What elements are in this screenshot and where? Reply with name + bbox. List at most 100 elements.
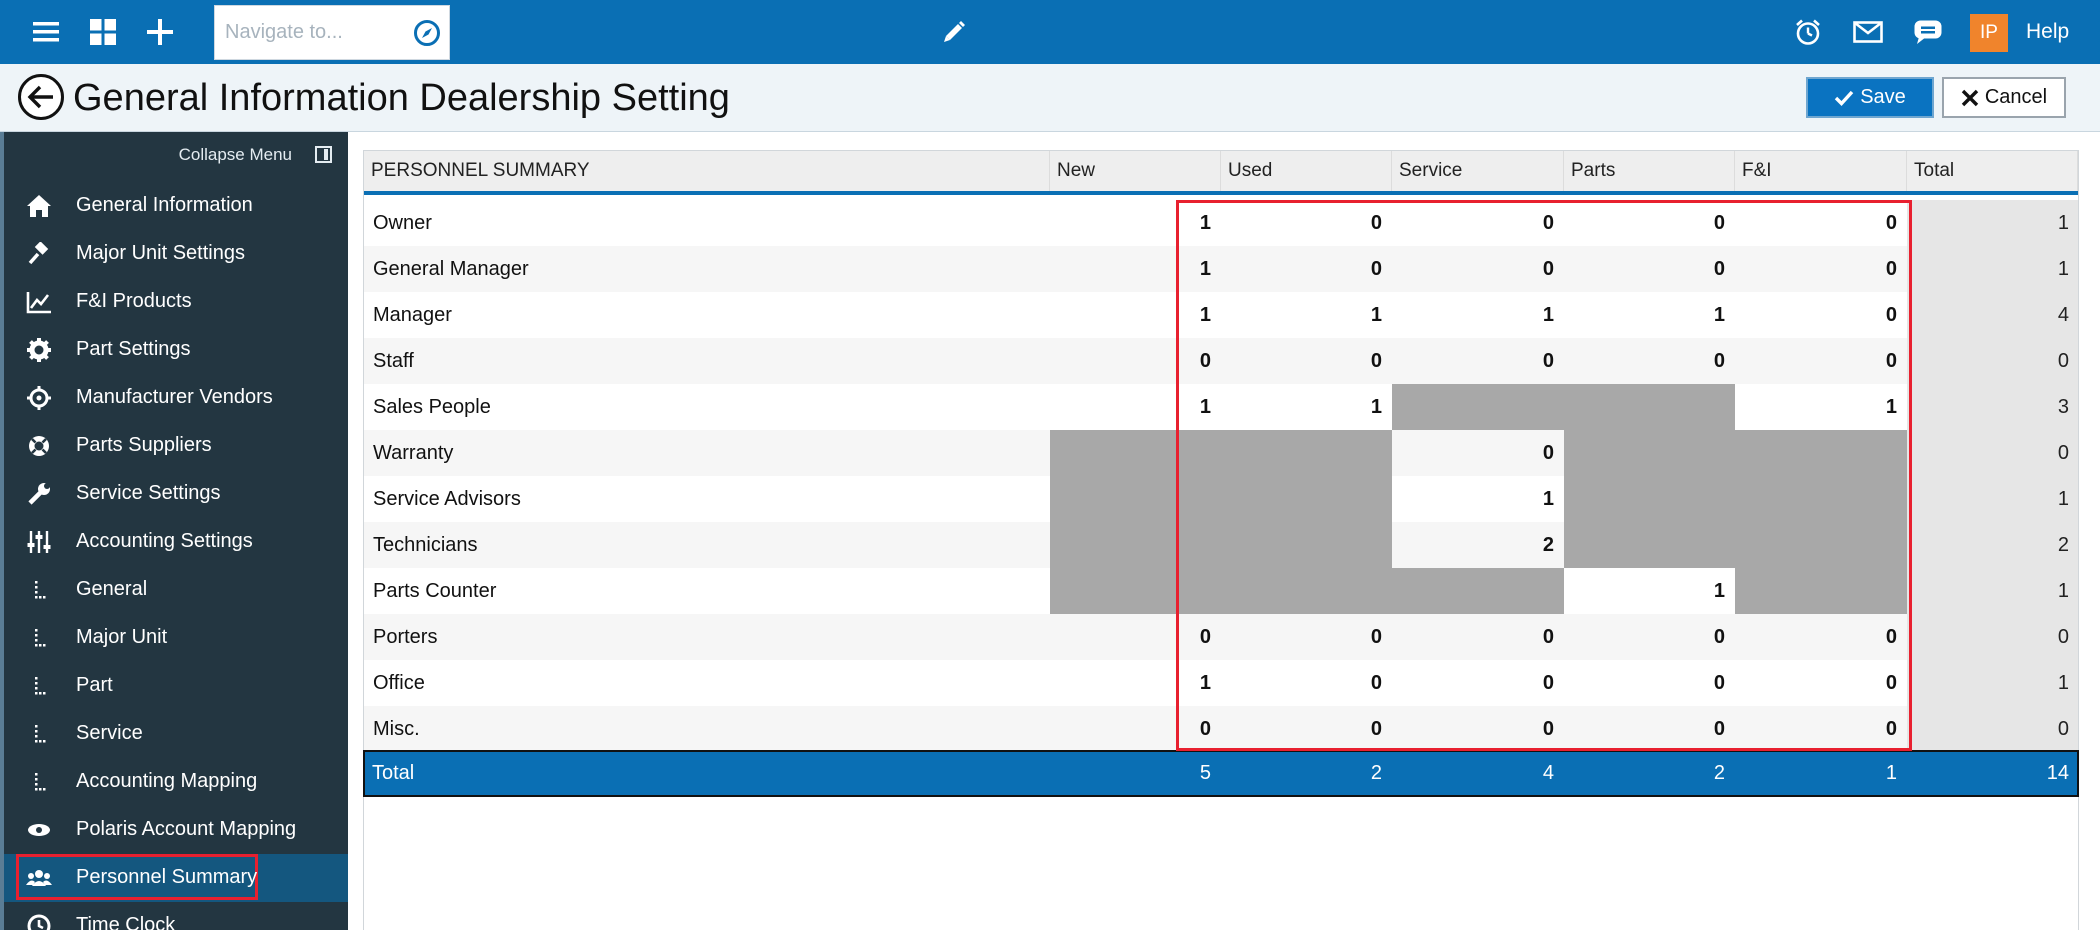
count-cell[interactable]: 1 [1564,292,1735,338]
count-cell[interactable]: 0 [1392,338,1564,384]
count-cell[interactable]: 1 [1050,246,1221,292]
count-cell[interactable]: 1 [1392,292,1564,338]
collapse-panel-icon[interactable] [315,146,332,163]
count-cell[interactable]: 0 [1735,246,1907,292]
count-cell[interactable]: 0 [1564,706,1735,752]
count-cell[interactable]: 1 [1735,384,1907,430]
count-cell[interactable]: 0 [1735,660,1907,706]
count-cell[interactable]: 1 [1564,568,1735,614]
gavel-icon [26,242,52,266]
sidebar-item-service-settings[interactable]: Service Settings [4,470,348,518]
users-icon [26,866,52,890]
navigate-input[interactable] [225,6,395,59]
count-cell[interactable]: 0 [1221,200,1392,246]
row-name: Porters [373,626,438,648]
sidebar-item-part-settings[interactable]: Part Settings [4,326,348,374]
user-avatar[interactable]: IP [1970,14,2008,52]
sidebar-item-major-unit-settings[interactable]: Major Unit Settings [4,230,348,278]
count-cell[interactable]: 1 [1050,384,1221,430]
sidebar-item-major-unit[interactable]: Major Unit [4,614,348,662]
count-cell[interactable]: 0 [1735,338,1907,384]
col-new-header[interactable]: New [1050,151,1221,191]
sidebar-item-parts-suppliers[interactable]: Parts Suppliers [4,422,348,470]
count-cell[interactable]: 0 [1392,200,1564,246]
sidebar-item-personnel-summary[interactable]: Personnel Summary [4,854,348,902]
col-total-header[interactable]: Total [1907,151,2078,191]
count-cell[interactable]: 1 [1050,200,1221,246]
sidebar-item-general-information[interactable]: General Information [4,182,348,230]
sidebar-item-part[interactable]: Part [4,662,348,710]
count-cell[interactable]: 0 [1735,706,1907,752]
table-row: Owner 1 0 0 0 0 1 [364,200,2078,246]
count-cell[interactable]: 0 [1392,660,1564,706]
count-cell[interactable]: 0 [1735,614,1907,660]
row-total-cell: 4 [1907,292,2078,338]
count-cell[interactable]: 0 [1564,614,1735,660]
count-cell[interactable]: 0 [1392,706,1564,752]
sidebar-item-manufacturer-vendors[interactable]: Manufacturer Vendors [4,374,348,422]
count-cell[interactable]: 0 [1050,706,1221,752]
row-name: Sales People [373,396,491,418]
column-total: 5 [1199,762,1211,784]
hamburger-menu-icon[interactable] [28,14,64,50]
count-cell[interactable]: 1 [1221,384,1392,430]
chat-icon[interactable] [1910,14,1946,50]
sidebar-item-accounting-mapping[interactable]: Accounting Mapping [4,758,348,806]
count-cell[interactable]: 1 [1050,660,1221,706]
disabled-cell [1564,430,1735,476]
count-cell[interactable]: 0 [1564,246,1735,292]
sidebar-item-general[interactable]: General [4,566,348,614]
col-service-header[interactable]: Service [1392,151,1564,191]
count-cell[interactable]: 0 [1221,246,1392,292]
col-personnel-summary-header[interactable]: PERSONNEL SUMMARY [364,151,1050,191]
dashboard-grid-icon[interactable] [85,14,121,50]
count-cell[interactable]: 0 [1735,200,1907,246]
count-cell[interactable]: 0 [1221,706,1392,752]
count-cell[interactable]: 0 [1221,614,1392,660]
pencil-icon[interactable] [936,14,972,50]
count-cell[interactable]: 0 [1564,338,1735,384]
count-cell[interactable]: 0 [1221,660,1392,706]
count-cell[interactable]: 2 [1392,522,1564,568]
disabled-cell [1221,430,1392,476]
save-button[interactable]: Save [1806,77,1934,118]
count-cell[interactable]: 0 [1221,338,1392,384]
count-cell[interactable]: 0 [1392,430,1564,476]
eye-icon [26,818,52,842]
help-link[interactable]: Help [2026,20,2069,44]
count-cell[interactable]: 0 [1392,614,1564,660]
mail-icon[interactable] [1850,14,1886,50]
count-cell[interactable]: 0 [1392,246,1564,292]
row-total-cell: 0 [1907,614,2078,660]
count-cell[interactable]: 1 [1392,476,1564,522]
count-cell[interactable]: 1 [1221,292,1392,338]
row-name: Office [373,672,425,694]
count-cell[interactable]: 0 [1564,660,1735,706]
sidebar-item-fi-products[interactable]: F&I Products [4,278,348,326]
table-header: PERSONNEL SUMMARY New Used Service Parts F&I T… [364,151,2078,195]
compass-icon[interactable] [413,19,441,52]
count-cell[interactable]: 0 [1050,614,1221,660]
col-used-header[interactable]: Used [1221,151,1392,191]
sidebar-item-service[interactable]: Service [4,710,348,758]
sidebar-item-accounting-settings[interactable]: Accounting Settings [4,518,348,566]
table-row: Staff 0 0 0 0 0 0 [364,338,2078,384]
disabled-cell [1735,568,1907,614]
collapse-menu[interactable]: Collapse Menu [4,142,348,170]
count-cell[interactable]: 1 [1050,292,1221,338]
table-row: Manager 1 1 1 1 0 4 [364,292,2078,338]
plus-icon[interactable] [142,14,178,50]
count-cell[interactable]: 0 [1564,200,1735,246]
cancel-button[interactable]: Cancel [1942,77,2066,118]
col-parts-header[interactable]: Parts [1564,151,1735,191]
alarm-clock-icon[interactable] [1790,14,1826,50]
back-arrow-icon[interactable] [18,74,64,120]
count-cell[interactable]: 0 [1050,338,1221,384]
navigate-search-box[interactable] [214,5,450,60]
count-cell[interactable]: 0 [1735,292,1907,338]
collapse-menu-label[interactable]: Collapse Menu [179,145,292,165]
row-name: Warranty [373,442,454,464]
col-fi-header[interactable]: F&I [1735,151,1907,191]
sidebar-item-time-clock[interactable]: Time Clock [4,902,348,930]
sidebar-item-polaris-account-mapping[interactable]: Polaris Account Mapping [4,806,348,854]
